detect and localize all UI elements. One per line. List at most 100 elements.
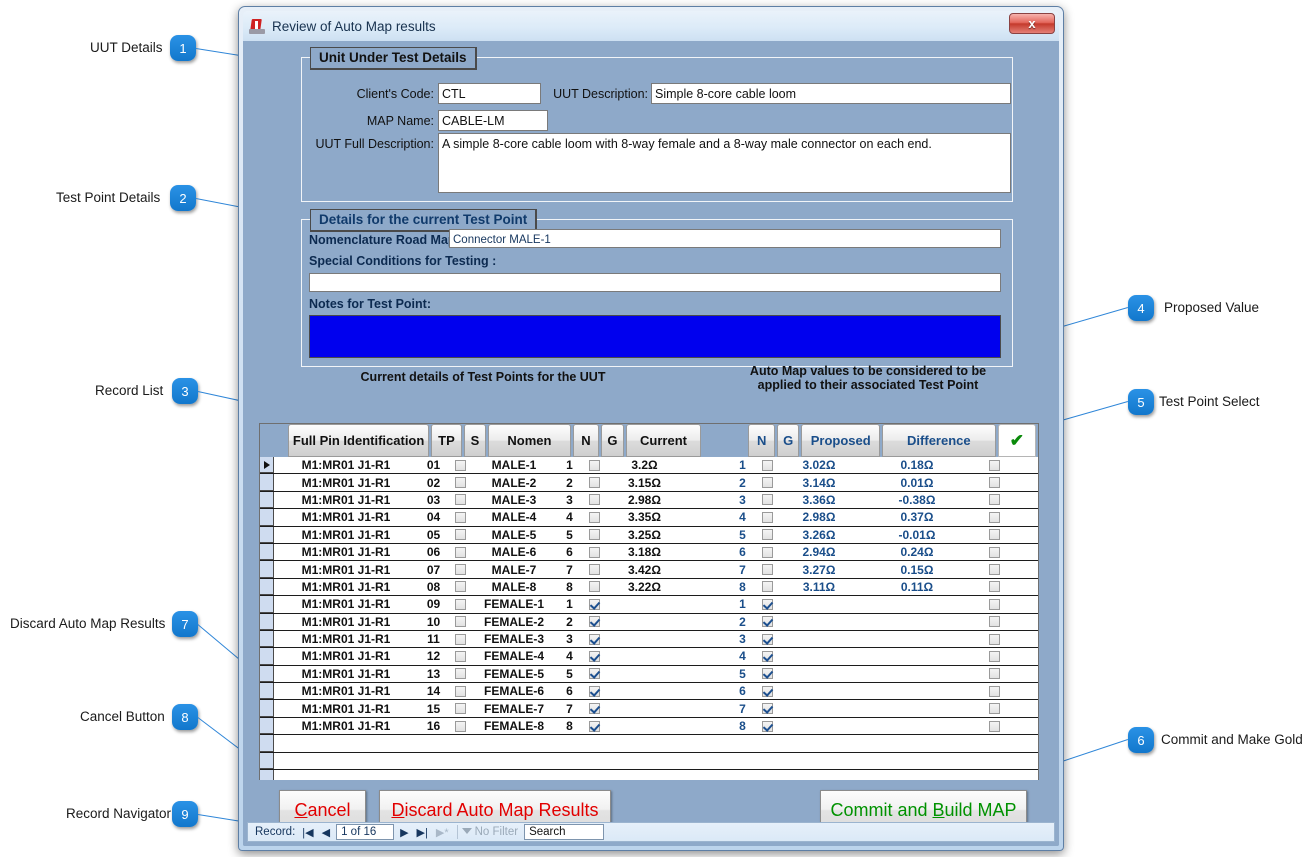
cell-n[interactable]: 4 bbox=[556, 509, 583, 525]
uut-full-description-input[interactable]: A simple 8-core cable loom with 8-way fe… bbox=[438, 133, 1011, 193]
cell-current[interactable] bbox=[606, 718, 683, 734]
cell-full_pin[interactable]: M1:MR01 J1-R1 bbox=[274, 700, 418, 716]
cell-select-checkbox[interactable] bbox=[975, 596, 1014, 612]
checkbox-unchecked-icon[interactable] bbox=[989, 460, 1000, 471]
cell-nomen[interactable]: MALE-1 bbox=[472, 457, 556, 473]
checkbox-unchecked-icon[interactable] bbox=[989, 547, 1000, 558]
table-row[interactable]: M1:MR01 J1-R106MALE-663.18Ω62.94Ω0.24Ω bbox=[260, 544, 1038, 561]
cell-g-checkbox[interactable] bbox=[583, 561, 606, 577]
cell-n[interactable]: 1 bbox=[556, 596, 583, 612]
cell-tp[interactable]: 13 bbox=[418, 666, 449, 682]
checkbox-checked-icon[interactable] bbox=[762, 668, 773, 679]
close-icon[interactable]: x bbox=[1009, 13, 1055, 34]
cell-tp[interactable]: 12 bbox=[418, 648, 449, 664]
row-selector[interactable] bbox=[260, 735, 274, 751]
cell-n2[interactable]: 4 bbox=[729, 509, 756, 525]
special-conditions-input[interactable] bbox=[309, 273, 1001, 292]
cell-difference[interactable]: 0.11Ω bbox=[859, 579, 975, 595]
cell-n2[interactable]: 7 bbox=[729, 561, 756, 577]
cell-full_pin[interactable]: M1:MR01 J1-R1 bbox=[274, 648, 418, 664]
cell-proposed[interactable]: 2.94Ω bbox=[779, 544, 859, 560]
checkbox-unchecked-icon[interactable] bbox=[989, 686, 1000, 697]
checkbox-unchecked-icon[interactable] bbox=[589, 564, 600, 575]
cell-select-checkbox[interactable] bbox=[975, 718, 1014, 734]
checkbox-unchecked-icon[interactable] bbox=[455, 494, 466, 505]
checkbox-unchecked-icon[interactable] bbox=[989, 564, 1000, 575]
table-row[interactable]: M1:MR01 J1-R103MALE-332.98Ω33.36Ω-0.38Ω bbox=[260, 492, 1038, 509]
checkbox-unchecked-icon[interactable] bbox=[989, 616, 1000, 627]
cell-g-checkbox[interactable] bbox=[583, 718, 606, 734]
cell-g-checkbox[interactable] bbox=[583, 700, 606, 716]
checkbox-checked-icon[interactable] bbox=[589, 721, 600, 732]
cell-proposed[interactable]: 3.11Ω bbox=[779, 579, 859, 595]
table-row[interactable]: M1:MR01 J1-R109FEMALE-111 bbox=[260, 596, 1038, 613]
cell-difference[interactable] bbox=[859, 666, 975, 682]
row-selector[interactable] bbox=[260, 718, 274, 734]
cell-s-checkbox[interactable] bbox=[449, 457, 472, 473]
cell-g-checkbox[interactable] bbox=[583, 544, 606, 560]
cell-tp[interactable]: 10 bbox=[418, 614, 449, 630]
cell-proposed[interactable] bbox=[779, 666, 859, 682]
cell-nomen[interactable]: MALE-7 bbox=[472, 561, 556, 577]
cell-nomen[interactable]: FEMALE-3 bbox=[472, 631, 556, 647]
cell-difference[interactable] bbox=[859, 614, 975, 630]
checkbox-checked-icon[interactable] bbox=[762, 721, 773, 732]
first-record-icon[interactable]: |◀ bbox=[298, 826, 317, 839]
checkbox-unchecked-icon[interactable] bbox=[989, 651, 1000, 662]
cell-proposed[interactable] bbox=[779, 631, 859, 647]
cell-g2-checkbox[interactable] bbox=[756, 648, 779, 664]
cell-proposed[interactable]: 3.14Ω bbox=[779, 474, 859, 490]
cell-g2-checkbox[interactable] bbox=[756, 561, 779, 577]
checkbox-unchecked-icon[interactable] bbox=[762, 581, 773, 592]
cell-select-checkbox[interactable] bbox=[975, 614, 1014, 630]
cell-n2[interactable]: 5 bbox=[729, 666, 756, 682]
cell-full_pin[interactable]: M1:MR01 J1-R1 bbox=[274, 579, 418, 595]
cell-current[interactable]: 3.35Ω bbox=[606, 509, 683, 525]
checkbox-unchecked-icon[interactable] bbox=[589, 529, 600, 540]
checkbox-unchecked-icon[interactable] bbox=[989, 721, 1000, 732]
checkbox-checked-icon[interactable] bbox=[762, 599, 773, 610]
row-selector[interactable] bbox=[260, 544, 274, 560]
cell-tp[interactable]: 14 bbox=[418, 683, 449, 699]
cell-difference[interactable] bbox=[859, 718, 975, 734]
nomenclature-road-map-input[interactable]: Connector MALE-1 bbox=[449, 229, 1001, 248]
checkbox-unchecked-icon[interactable] bbox=[455, 721, 466, 732]
table-row[interactable]: M1:MR01 J1-R115FEMALE-777 bbox=[260, 700, 1038, 717]
checkbox-unchecked-icon[interactable] bbox=[762, 564, 773, 575]
cell-proposed[interactable]: 3.27Ω bbox=[779, 561, 859, 577]
cell-tp[interactable]: 06 bbox=[418, 544, 449, 560]
cell-full_pin[interactable]: M1:MR01 J1-R1 bbox=[274, 666, 418, 682]
checkbox-unchecked-icon[interactable] bbox=[762, 512, 773, 523]
search-input[interactable]: Search bbox=[524, 824, 604, 840]
cell-tp[interactable]: 01 bbox=[418, 457, 449, 473]
cell-select-checkbox[interactable] bbox=[975, 492, 1014, 508]
checkbox-unchecked-icon[interactable] bbox=[455, 581, 466, 592]
cell-nomen[interactable]: MALE-5 bbox=[472, 527, 556, 543]
cell-s-checkbox[interactable] bbox=[449, 579, 472, 595]
checkbox-unchecked-icon[interactable] bbox=[455, 564, 466, 575]
checkbox-checked-icon[interactable] bbox=[762, 686, 773, 697]
cell-difference[interactable]: 0.01Ω bbox=[859, 474, 975, 490]
cell-select-checkbox[interactable] bbox=[975, 631, 1014, 647]
cell-tp[interactable]: 11 bbox=[418, 631, 449, 647]
checkbox-checked-icon[interactable] bbox=[762, 651, 773, 662]
table-row[interactable]: M1:MR01 J1-R114FEMALE-666 bbox=[260, 683, 1038, 700]
checkbox-checked-icon[interactable] bbox=[762, 703, 773, 714]
cell-n[interactable]: 6 bbox=[556, 544, 583, 560]
table-row[interactable]: M1:MR01 J1-R116FEMALE-888 bbox=[260, 718, 1038, 735]
checkbox-unchecked-icon[interactable] bbox=[989, 494, 1000, 505]
cell-full_pin[interactable]: M1:MR01 J1-R1 bbox=[274, 561, 418, 577]
cell-s-checkbox[interactable] bbox=[449, 648, 472, 664]
row-selector[interactable] bbox=[260, 474, 274, 490]
table-row[interactable]: M1:MR01 J1-R111FEMALE-333 bbox=[260, 631, 1038, 648]
cell-select-checkbox[interactable] bbox=[975, 544, 1014, 560]
header-current[interactable]: Current bbox=[626, 424, 702, 457]
checkbox-unchecked-icon[interactable] bbox=[455, 460, 466, 471]
cell-current[interactable] bbox=[606, 631, 683, 647]
cell-full_pin[interactable]: M1:MR01 J1-R1 bbox=[274, 509, 418, 525]
cell-tp[interactable]: 07 bbox=[418, 561, 449, 577]
uut-description-input[interactable]: Simple 8-core cable loom bbox=[651, 83, 1011, 104]
notes-for-test-point-input[interactable] bbox=[309, 315, 1001, 358]
cell-select-checkbox[interactable] bbox=[975, 666, 1014, 682]
checkbox-unchecked-icon[interactable] bbox=[589, 512, 600, 523]
